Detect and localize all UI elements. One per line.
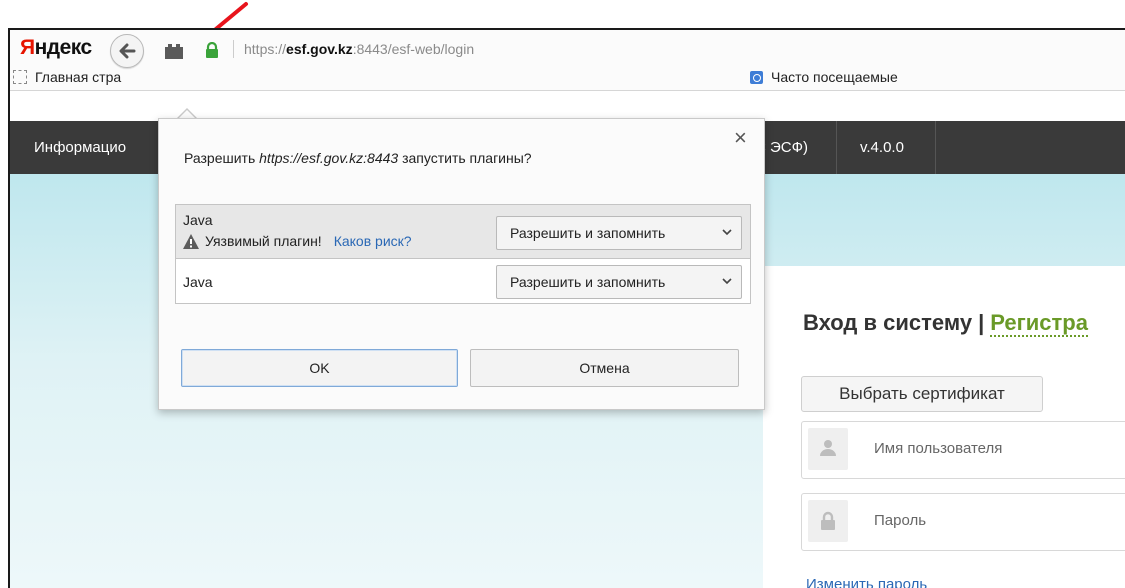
yandex-logo[interactable]: Яндекс	[20, 36, 92, 60]
plugin-row: Java Уязвимый плагин! Каков риск? Разреши…	[176, 205, 750, 259]
close-icon[interactable]: ×	[734, 127, 747, 149]
bookmarks-bar: Главная стра Часто посещаемые	[10, 64, 1125, 90]
vulnerable-warning: Уязвимый плагин! Каков риск?	[183, 233, 412, 249]
login-panel: Вход в систему | Регистра Выбрать сертифик…	[763, 266, 1125, 588]
nav-item-info[interactable]: Информацио	[34, 139, 126, 156]
plugin-name: Java	[183, 274, 213, 290]
user-icon	[820, 440, 836, 456]
select-certificate-button[interactable]: Выбрать сертификат	[801, 376, 1043, 412]
password-placeholder: Пароль	[874, 512, 927, 529]
cancel-button[interactable]: Отмена	[470, 349, 739, 387]
username-field[interactable]: Имя пользователя	[801, 421, 1125, 479]
nav-divider	[935, 121, 936, 174]
risk-link[interactable]: Каков риск?	[334, 233, 412, 249]
username-placeholder: Имя пользователя	[874, 440, 1003, 457]
plugin-row: Java Разрешить и запомнить	[176, 259, 750, 303]
frequent-sites-icon	[750, 71, 763, 84]
back-arrow-icon	[119, 43, 136, 59]
ok-button[interactable]: OK	[181, 349, 458, 387]
address-bar[interactable]: https://esf.gov.kz:8443/esf-web/login	[225, 34, 1125, 64]
plugin-list: Java Уязвимый плагин! Каков риск? Разреши…	[175, 204, 751, 304]
chevron-down-icon	[722, 278, 732, 285]
plugin-action-select[interactable]: Разрешить и запомнить	[496, 216, 742, 250]
back-button[interactable]	[110, 34, 144, 68]
plugin-name: Java	[183, 212, 213, 228]
bookmark-page-icon	[13, 70, 27, 84]
bookmark-frequent[interactable]: Часто посещаемые	[750, 69, 898, 85]
nav-item-version[interactable]: v.4.0.0	[860, 139, 904, 156]
lock-icon-box	[808, 500, 848, 542]
url-text: https://esf.gov.kz:8443/esf-web/login	[244, 41, 475, 57]
chevron-down-icon	[722, 229, 732, 236]
change-password-link[interactable]: Изменить пароль	[806, 576, 927, 588]
address-separator	[233, 40, 234, 58]
plugin-permission-dialog: Разрешить https://esf.gov.kz:8443 запуст…	[158, 118, 765, 410]
bookmark-home[interactable]: Главная стра	[13, 69, 121, 85]
warning-icon	[183, 234, 199, 249]
nav-divider	[836, 121, 837, 174]
register-link[interactable]: Регистра	[990, 310, 1088, 337]
lock-icon[interactable]	[205, 42, 219, 58]
plugin-block-icon[interactable]	[165, 44, 185, 60]
plugin-action-select[interactable]: Разрешить и запомнить	[496, 265, 742, 299]
dialog-question: Разрешить https://esf.gov.kz:8443 запуст…	[184, 150, 532, 166]
user-icon-box	[808, 428, 848, 470]
browser-toolbar: Яндекс https://esf.gov.kz:8443/esf-web/l…	[10, 30, 1125, 91]
password-field[interactable]: Пароль	[801, 493, 1125, 551]
browser-window: Яндекс https://esf.gov.kz:8443/esf-web/l…	[8, 28, 1125, 588]
padlock-icon	[821, 511, 835, 530]
login-title: Вход в систему | Регистра	[803, 310, 1088, 337]
